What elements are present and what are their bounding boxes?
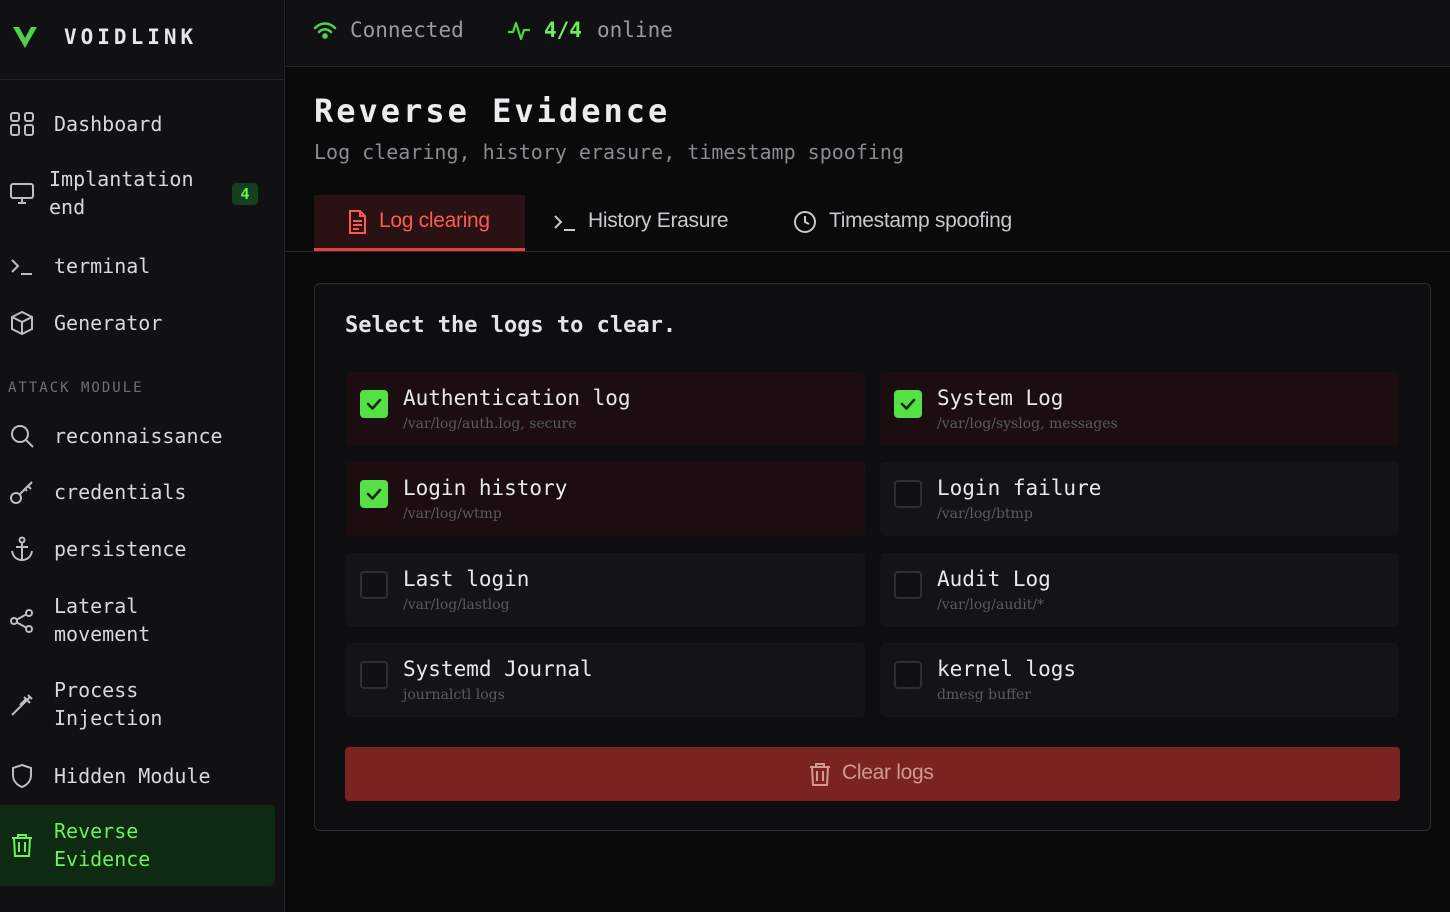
log-name: Last login [403, 567, 530, 591]
page-subtitle: Log clearing, history erasure, timestamp… [314, 140, 905, 164]
sidebar-item-generator[interactable]: Generator [0, 305, 275, 341]
log-path: /var/log/syslog, messages [937, 416, 1118, 432]
sidebar-item-label: Process Injection [54, 678, 163, 730]
file-text-icon [344, 209, 370, 235]
tab-label: Log clearing [379, 209, 490, 232]
checkbox[interactable] [360, 390, 388, 418]
brand-name: VOIDLINK [64, 25, 198, 49]
checkbox[interactable] [894, 390, 922, 418]
shield-icon [8, 762, 36, 790]
sidebar-item-reconnaissance[interactable]: reconnaissance [0, 418, 275, 454]
sidebar-item-reverse-evidence[interactable]: Reverse Evidence [0, 805, 275, 886]
online-label: online [597, 18, 673, 42]
log-name: Login history [403, 476, 568, 500]
log-option-login-failure[interactable]: Login failure /var/log/btmp [880, 462, 1399, 536]
log-name: kernel logs [937, 657, 1077, 681]
sidebar-item-dashboard[interactable]: Dashboard [0, 106, 275, 142]
sidebar-item-persistence[interactable]: persistence [0, 531, 275, 567]
clear-logs-button[interactable]: Clear logs [345, 747, 1400, 801]
sidebar-item-label: terminal [54, 254, 151, 278]
syringe-icon [8, 691, 36, 719]
top-status-bar: Connected 4/4 online [286, 0, 1450, 67]
log-name: Authentication log [403, 386, 631, 410]
log-option-audit[interactable]: Audit Log /var/log/audit/* [880, 553, 1399, 627]
checkbox[interactable] [360, 661, 388, 689]
checkbox[interactable] [894, 661, 922, 689]
sidebar-item-label: Generator [54, 311, 163, 335]
tab-timestamp-spoofing[interactable]: Timestamp spoofing [780, 195, 1040, 251]
trash-icon [8, 831, 36, 859]
log-path: /var/log/lastlog [403, 597, 510, 613]
sidebar: VOIDLINK Dashboard Implantation end 4 te… [0, 0, 285, 912]
log-path: /var/log/auth.log, secure [403, 416, 577, 432]
cube-icon [8, 309, 36, 337]
checkbox[interactable] [894, 571, 922, 599]
key-icon [8, 478, 36, 506]
sidebar-item-label: Lateral movement [54, 594, 151, 646]
sidebar-item-process-injection[interactable]: Process Injection [0, 674, 275, 736]
voidlink-logo-icon [10, 22, 40, 52]
log-name: Systemd Journal [403, 657, 593, 681]
share-icon [8, 607, 36, 635]
log-option-kernel[interactable]: kernel logs dmesg buffer [880, 643, 1399, 717]
log-name: Audit Log [937, 567, 1051, 591]
clock-icon [792, 209, 818, 235]
wifi-icon [312, 19, 338, 45]
tab-label: Timestamp spoofing [829, 209, 1012, 232]
sidebar-item-hidden-module[interactable]: Hidden Module [0, 758, 275, 794]
panel-title: Select the logs to clear. [345, 313, 677, 338]
connection-status: Connected [350, 18, 464, 42]
log-path: dmesg buffer [937, 687, 1032, 703]
sidebar-item-label: persistence [54, 537, 187, 561]
log-name: Login failure [937, 476, 1102, 500]
section-title-attack-module: ATTACK MODULE [8, 380, 144, 396]
trash-icon [807, 760, 833, 788]
sidebar-item-label: Reverse Evidence [54, 819, 151, 871]
log-path: /var/log/audit/* [937, 597, 1045, 613]
terminal-icon [8, 252, 36, 280]
sidebar-item-label: Implantation end [49, 167, 194, 219]
checkbox[interactable] [894, 480, 922, 508]
log-path: /var/log/btmp [937, 506, 1033, 522]
log-name: System Log [937, 386, 1064, 410]
brand: VOIDLINK [0, 0, 285, 80]
log-option-login-history[interactable]: Login history /var/log/wtmp [346, 462, 865, 536]
monitor-icon [8, 179, 36, 207]
search-icon [8, 422, 36, 450]
implant-count-badge: 4 [232, 183, 258, 205]
log-option-system[interactable]: System Log /var/log/syslog, messages [880, 372, 1399, 446]
sidebar-item-credentials[interactable]: credentials [0, 474, 275, 510]
log-path: journalctl logs [403, 687, 505, 703]
tab-bar: Log clearing History Erasure Timestamp s… [286, 195, 1450, 252]
sidebar-item-label: reconnaissance [54, 424, 223, 448]
sidebar-item-label: credentials [54, 480, 187, 504]
tab-history-erasure[interactable]: History Erasure [542, 195, 752, 251]
log-option-authentication[interactable]: Authentication log /var/log/auth.log, se… [346, 372, 865, 446]
log-option-systemd-journal[interactable]: Systemd Journal journalctl logs [346, 643, 865, 717]
anchor-icon [8, 535, 36, 563]
page-title: Reverse Evidence [314, 92, 671, 130]
sidebar-item-label: Dashboard [54, 112, 163, 136]
dashboard-icon [8, 110, 36, 138]
log-option-last-login[interactable]: Last login /var/log/lastlog [346, 553, 865, 627]
tab-label: History Erasure [588, 209, 729, 232]
sidebar-item-terminal[interactable]: terminal [0, 248, 275, 284]
checkbox[interactable] [360, 480, 388, 508]
checkbox[interactable] [360, 571, 388, 599]
log-path: /var/log/wtmp [403, 506, 502, 522]
sidebar-item-label: Hidden Module [54, 764, 211, 788]
sidebar-item-lateral-movement[interactable]: Lateral movement [0, 590, 275, 652]
button-label: Clear logs [842, 761, 934, 784]
terminal-icon [552, 209, 578, 235]
tab-log-clearing[interactable]: Log clearing [314, 195, 525, 251]
online-count: 4/4 [544, 18, 582, 42]
activity-icon [506, 18, 532, 44]
